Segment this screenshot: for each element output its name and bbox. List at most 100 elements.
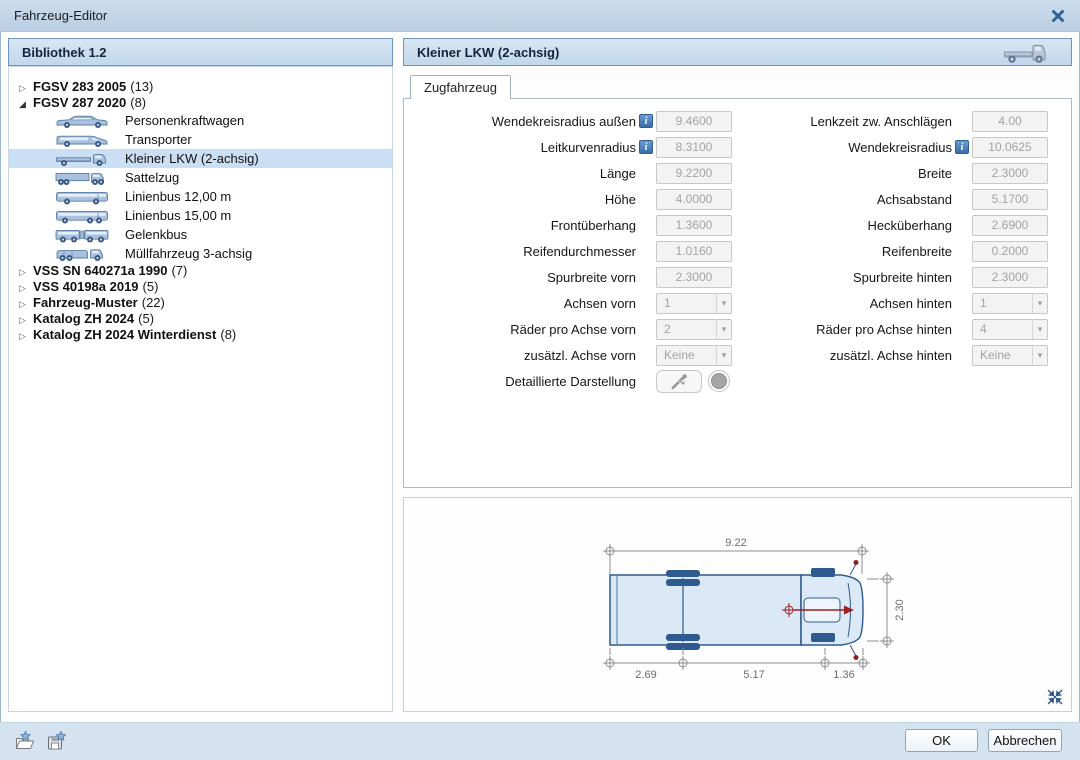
- form-row-h-he: Höhe: [410, 186, 732, 212]
- input-heck-berhang[interactable]: [972, 214, 1048, 236]
- tree-group-fgsv-287-2020[interactable]: ◢ FGSV 287 2020 (8): [9, 95, 392, 111]
- open-favorite-button[interactable]: [12, 728, 38, 754]
- input-l-nge[interactable]: [656, 162, 732, 184]
- input-spurbreite-vorn[interactable]: [656, 266, 732, 288]
- dropdown-achsen-vorn[interactable]: 1 ▾: [656, 292, 732, 314]
- input-spurbreite-hinten[interactable]: [972, 266, 1048, 288]
- tree-group-vss-40198a-2019[interactable]: ▷ VSS 40198a 2019 (5): [9, 279, 392, 295]
- tab-label: Zugfahrzeug: [424, 80, 497, 95]
- tree-group-fahrzeug-muster[interactable]: ▷ Fahrzeug-Muster (22): [9, 295, 392, 311]
- dropdown-r-der-pro-achse-hinten[interactable]: 4 ▾: [972, 318, 1048, 340]
- form-row-reifenbreite: Reifenbreite: [728, 238, 1048, 264]
- vehicle-editor-dialog: Fahrzeug-Editor Bibliothek 1.2 Kleiner L…: [0, 0, 1080, 760]
- tree-group-count: (22): [141, 295, 165, 310]
- tree-item-m-llfahrzeug-3-achsig[interactable]: Müllfahrzeug 3-achsig: [9, 244, 392, 263]
- form-row-r-der-pro-achse-hinten: Räder pro Achse hinten 4 ▾: [728, 316, 1048, 342]
- car-icon: [47, 113, 117, 129]
- color-swatch-button[interactable]: [708, 370, 730, 392]
- input-achsabstand[interactable]: [972, 188, 1048, 210]
- tree-item-linienbus-12-00-m[interactable]: Linienbus 12,00 m: [9, 187, 392, 206]
- tree-group-katalog-zh-2024-winterdienst[interactable]: ▷ Katalog ZH 2024 Winterdienst (8): [9, 327, 392, 343]
- expand-arrow-icon[interactable]: ▷: [19, 280, 33, 296]
- pick-representation-button[interactable]: [656, 369, 702, 393]
- tree-item-sattelzug[interactable]: Sattelzug: [9, 168, 392, 187]
- fit-view-button[interactable]: [1045, 687, 1065, 707]
- tree-group-fgsv-283-2005[interactable]: ▷ FGSV 283 2005 (13): [9, 79, 392, 95]
- tree-group-vss-sn-640271a-1990[interactable]: ▷ VSS SN 640271a 1990 (7): [9, 263, 392, 279]
- articulated-bus-icon: [47, 227, 117, 243]
- form-row-breite: Breite: [728, 160, 1048, 186]
- field-label-achsen-hinten: Achsen hinten: [869, 295, 952, 311]
- cancel-button[interactable]: Abbrechen: [988, 729, 1062, 752]
- form-row-achsabstand: Achsabstand: [728, 186, 1048, 212]
- info-icon[interactable]: i: [639, 114, 653, 128]
- expand-arrow-icon[interactable]: ▷: [19, 296, 33, 312]
- form-row-spurbreite-vorn: Spurbreite vorn: [410, 264, 732, 290]
- info-slot: i: [636, 140, 656, 154]
- expand-arrow-icon[interactable]: ▷: [19, 312, 33, 328]
- collapse-arrow-icon[interactable]: ◢: [19, 96, 33, 112]
- expand-arrow-icon[interactable]: ▷: [19, 80, 33, 96]
- form-row-reifendurchmesser: Reifendurchmesser: [410, 238, 732, 264]
- tree-item-linienbus-15-00-m[interactable]: Linienbus 15,00 m: [9, 206, 392, 225]
- tree-group-count: (8): [220, 327, 237, 342]
- input-h-he[interactable]: [656, 188, 732, 210]
- input-reifendurchmesser[interactable]: [656, 240, 732, 262]
- form-row-zus-tzl-achse-hinten: zusätzl. Achse hinten Keine ▾: [728, 342, 1048, 368]
- tree-group-count: (5): [142, 279, 159, 294]
- chevron-down-icon: ▾: [1032, 293, 1047, 313]
- chevron-down-icon: ▾: [1032, 345, 1047, 365]
- tree-group-count: (8): [130, 95, 147, 110]
- info-icon[interactable]: i: [639, 140, 653, 154]
- small-truck-icon: [47, 151, 117, 167]
- dropdown-value: 1: [980, 296, 987, 310]
- input-lenkzeit-zw-anschl-gen[interactable]: [972, 110, 1048, 132]
- dropdown-zus-tzl-achse-hinten[interactable]: Keine ▾: [972, 344, 1048, 366]
- tree-group-katalog-zh-2024[interactable]: ▷ Katalog ZH 2024 (5): [9, 311, 392, 327]
- save-favorite-button[interactable]: [44, 728, 70, 754]
- dropdown-value: 4: [980, 322, 987, 336]
- tree-item-gelenkbus[interactable]: Gelenkbus: [9, 225, 392, 244]
- field-label-r-der-pro-achse-hinten: Räder pro Achse hinten: [816, 321, 952, 337]
- tree-item-kleiner-lkw-2-achsig[interactable]: Kleiner LKW (2-achsig): [9, 149, 392, 168]
- detail-title: Kleiner LKW (2-achsig): [417, 44, 560, 60]
- tree-item-label: Linienbus 12,00 m: [125, 189, 232, 204]
- van-icon: [47, 132, 117, 148]
- form-row-l-nge: Länge: [410, 160, 732, 186]
- info-icon[interactable]: i: [955, 140, 969, 154]
- form-row-wendekreisradius: Wendekreisradius i: [728, 134, 1048, 160]
- field-label-spurbreite-vorn: Spurbreite vorn: [547, 269, 636, 285]
- field-label-achsabstand: Achsabstand: [876, 191, 952, 207]
- tree-item-transporter[interactable]: Transporter: [9, 130, 392, 149]
- tree-item-personenkraftwagen[interactable]: Personenkraftwagen: [9, 111, 392, 130]
- dim-front-overhang: 1.36: [833, 669, 854, 681]
- expand-arrow-icon[interactable]: ▷: [19, 264, 33, 280]
- form-row-zus-tzl-achse-vorn: zusätzl. Achse vorn Keine ▾: [410, 342, 732, 368]
- input-wendekreisradius[interactable]: [972, 136, 1048, 158]
- dropdown-achsen-hinten[interactable]: 1 ▾: [972, 292, 1048, 314]
- input-breite[interactable]: [972, 162, 1048, 184]
- dropdown-r-der-pro-achse-vorn[interactable]: 2 ▾: [656, 318, 732, 340]
- field-label-leitkurvenradius: Leitkurvenradius: [540, 139, 636, 155]
- close-button[interactable]: [1048, 7, 1068, 25]
- input-wendekreisradius-au-en[interactable]: [656, 110, 732, 132]
- input-reifenbreite[interactable]: [972, 240, 1048, 262]
- input-front-berhang[interactable]: [656, 214, 732, 236]
- input-leitkurvenradius[interactable]: [656, 136, 732, 158]
- detail-panel-header: Kleiner LKW (2-achsig): [403, 38, 1072, 66]
- expand-arrow-icon[interactable]: ▷: [19, 328, 33, 344]
- dropdown-zus-tzl-achse-vorn[interactable]: Keine ▾: [656, 344, 732, 366]
- dropdown-value: 2: [664, 322, 671, 336]
- field-label-breite: Breite: [918, 165, 952, 181]
- field-label-heck-berhang: Hecküberhang: [867, 217, 952, 233]
- info-slot: i: [952, 140, 972, 154]
- dropdown-value: Keine: [664, 348, 695, 362]
- tree-group-label: Fahrzeug-Muster: [33, 295, 138, 310]
- form-right-column: Lenkzeit zw. Anschlägen Wendekreisradiusi…: [728, 108, 1048, 368]
- ok-button[interactable]: OK: [905, 729, 978, 752]
- tab-zugfahrzeug[interactable]: Zugfahrzeug: [410, 75, 511, 99]
- dim-wheelbase: 5.17: [743, 669, 764, 681]
- form-row-heck-berhang: Hecküberhang: [728, 212, 1048, 238]
- tree-item-label: Linienbus 15,00 m: [125, 208, 232, 223]
- tree-group-label: Katalog ZH 2024 Winterdienst: [33, 327, 217, 342]
